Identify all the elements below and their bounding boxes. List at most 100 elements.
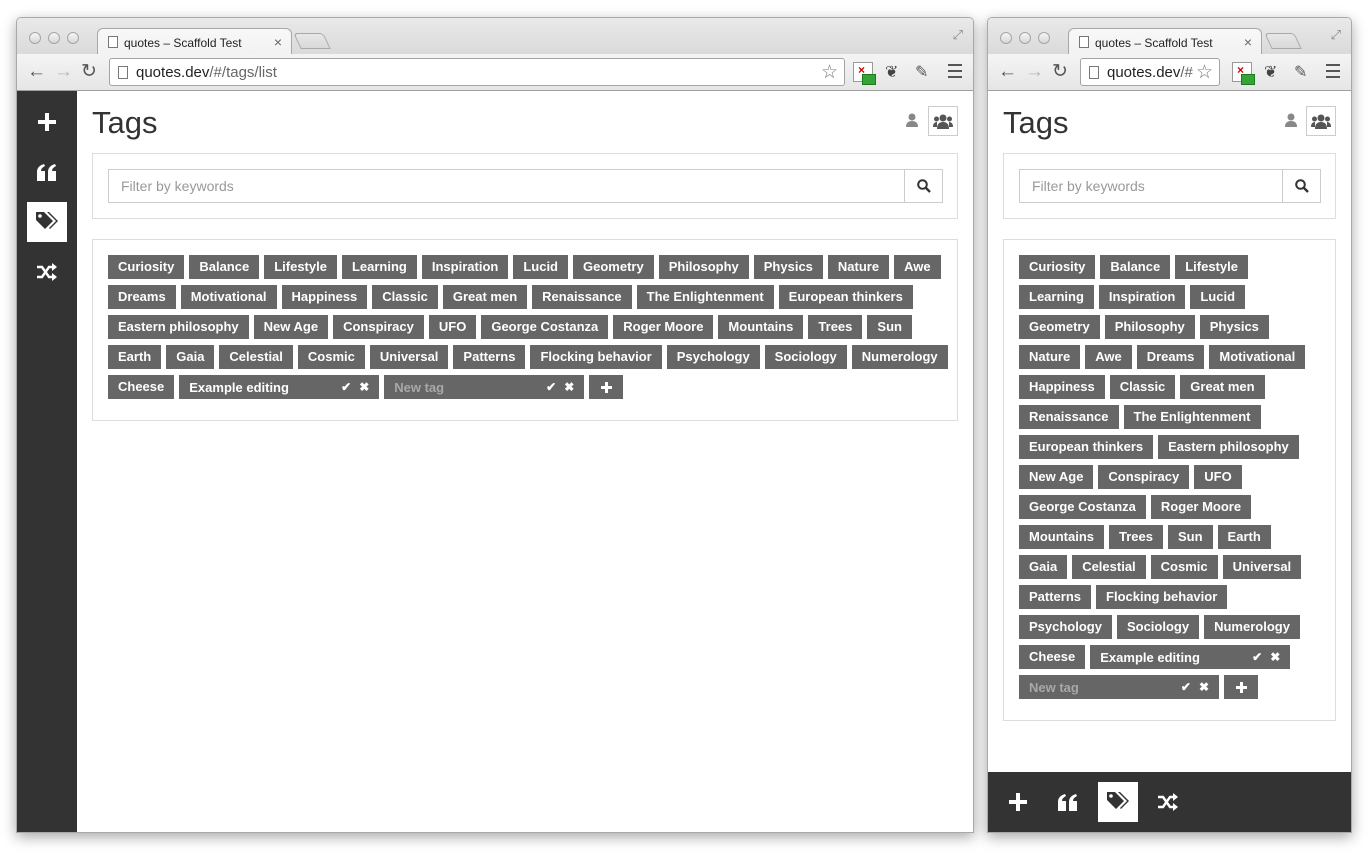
minimize-window-button[interactable] [1019, 32, 1031, 44]
tag-item[interactable]: Lucid [513, 255, 568, 279]
tag-item[interactable]: Conspiracy [333, 315, 424, 339]
tag-item[interactable]: Lucid [1190, 285, 1246, 309]
tag-item[interactable]: Awe [894, 255, 941, 279]
fullscreen-icon[interactable]: ⤢ [953, 27, 963, 43]
back-icon[interactable]: ← [998, 60, 1017, 84]
tag-item[interactable]: Patterns [453, 345, 526, 369]
tag-item[interactable]: Lifestyle [264, 255, 337, 279]
address-bar[interactable]: quotes.dev/# ☆ [1080, 58, 1220, 86]
tag-item[interactable]: Classic [1109, 375, 1176, 399]
nav-random-button[interactable] [27, 252, 67, 292]
tag-item[interactable]: Nature [827, 255, 890, 279]
new-tag-field[interactable]: New tag ✔ ✖ [1019, 675, 1219, 699]
tag-item[interactable]: Flocking behavior [530, 345, 662, 369]
tag-item[interactable]: Physics [1199, 315, 1269, 339]
tag-item[interactable]: Motivational [1209, 345, 1306, 369]
tag-item[interactable]: Universal [1222, 555, 1302, 579]
tag-item[interactable]: Great men [1180, 375, 1265, 399]
new-tab-button[interactable] [293, 33, 331, 49]
nav-add-button[interactable] [998, 782, 1038, 822]
tag-item[interactable]: Cheese [108, 375, 175, 399]
tag-item[interactable]: Balance [1100, 255, 1171, 279]
tag-item[interactable]: Classic [372, 285, 438, 309]
back-icon[interactable]: ← [27, 60, 46, 84]
new-tag-placeholder[interactable]: New tag [394, 380, 538, 395]
tag-item[interactable]: Sociology [764, 345, 847, 369]
tag-edit-field[interactable]: Example editing ✔ ✖ [1090, 645, 1291, 669]
tag-item[interactable]: European thinkers [778, 285, 913, 309]
tag-item[interactable]: Trees [1109, 525, 1163, 549]
tag-item[interactable]: Eastern philosophy [1158, 435, 1299, 459]
browser-tab[interactable]: quotes – Scaffold Test × [97, 28, 292, 55]
check-icon[interactable]: ✔ [341, 380, 351, 394]
color-picker-icon[interactable]: ✎ [915, 62, 935, 82]
fullscreen-icon[interactable]: ⤢ [1331, 27, 1341, 43]
tag-item[interactable]: Cheese [1019, 645, 1086, 669]
zoom-window-button[interactable] [67, 32, 79, 44]
evernote-icon[interactable]: ❦ [885, 62, 905, 82]
tag-item[interactable]: Trees [808, 315, 863, 339]
check-icon[interactable]: ✔ [1181, 680, 1191, 694]
new-tab-button[interactable] [1264, 33, 1302, 49]
tag-item[interactable]: Learning [1019, 285, 1094, 309]
tag-item[interactable]: Patterns [1019, 585, 1092, 609]
forward-icon[interactable]: → [1025, 60, 1044, 84]
tag-item[interactable]: Happiness [281, 285, 368, 309]
tag-item[interactable]: Geometry [1019, 315, 1100, 339]
tag-item[interactable]: Sun [1167, 525, 1213, 549]
tag-item[interactable]: Renaissance [532, 285, 632, 309]
search-input[interactable] [1019, 169, 1282, 203]
user-icon[interactable] [906, 113, 918, 132]
add-tag-button[interactable] [1224, 675, 1258, 699]
check-icon[interactable]: ✔ [546, 380, 556, 394]
tag-item[interactable]: Great men [442, 285, 528, 309]
tag-item[interactable]: Universal [369, 345, 449, 369]
tag-item[interactable]: Gaia [1019, 555, 1068, 579]
evernote-icon[interactable]: ❦ [1264, 62, 1284, 82]
search-button[interactable] [1282, 169, 1321, 203]
tag-item[interactable]: Cosmic [1150, 555, 1218, 579]
tab-close-icon[interactable]: × [274, 34, 282, 50]
tag-item[interactable]: Earth [108, 345, 162, 369]
tag-item[interactable]: European thinkers [1019, 435, 1154, 459]
check-icon[interactable]: ✔ [1252, 650, 1262, 664]
tag-item[interactable]: George Costanza [1019, 495, 1146, 519]
tag-item[interactable]: UFO [428, 315, 477, 339]
tag-item[interactable]: Inspiration [421, 255, 509, 279]
tag-item[interactable]: Earth [1217, 525, 1271, 549]
tag-item[interactable]: Philosophy [658, 255, 749, 279]
tag-item[interactable]: Conspiracy [1098, 465, 1190, 489]
bookmark-star-icon[interactable]: ☆ [821, 61, 838, 84]
tag-item[interactable]: Roger Moore [613, 315, 714, 339]
tag-item[interactable]: Numerology [1204, 615, 1300, 639]
tag-item[interactable]: Inspiration [1098, 285, 1186, 309]
extension-icon[interactable]: × [1232, 62, 1255, 85]
tag-item[interactable]: Mountains [1019, 525, 1104, 549]
tag-item[interactable]: Philosophy [1104, 315, 1195, 339]
tag-item[interactable]: Balance [189, 255, 260, 279]
nav-add-button[interactable] [27, 102, 67, 142]
tag-item[interactable]: Dreams [108, 285, 176, 309]
nav-tags-button[interactable] [27, 202, 67, 242]
close-window-button[interactable] [29, 32, 41, 44]
close-icon[interactable]: ✖ [1199, 680, 1209, 694]
tag-edit-text[interactable]: Example editing [189, 380, 333, 395]
address-bar[interactable]: quotes.dev/#/tags/list ☆ [109, 58, 845, 86]
tag-item[interactable]: Dreams [1136, 345, 1205, 369]
nav-quotes-button[interactable] [27, 152, 67, 192]
tag-item[interactable]: Psychology [666, 345, 760, 369]
tag-item[interactable]: Roger Moore [1150, 495, 1252, 519]
tag-item[interactable]: The Enlightenment [636, 285, 774, 309]
tag-item[interactable]: New Age [253, 315, 329, 339]
group-users-button[interactable] [928, 106, 958, 136]
tag-edit-text[interactable]: Example editing [1100, 650, 1244, 665]
menu-icon[interactable] [948, 64, 962, 78]
tag-item[interactable]: Sociology [1116, 615, 1200, 639]
tag-item[interactable]: Nature [1019, 345, 1081, 369]
minimize-window-button[interactable] [48, 32, 60, 44]
browser-tab[interactable]: quotes – Scaffold Test × [1068, 28, 1262, 55]
tag-item[interactable]: The Enlightenment [1123, 405, 1261, 429]
nav-random-button[interactable] [1148, 782, 1188, 822]
close-icon[interactable]: ✖ [564, 380, 574, 394]
tag-item[interactable]: Flocking behavior [1096, 585, 1228, 609]
